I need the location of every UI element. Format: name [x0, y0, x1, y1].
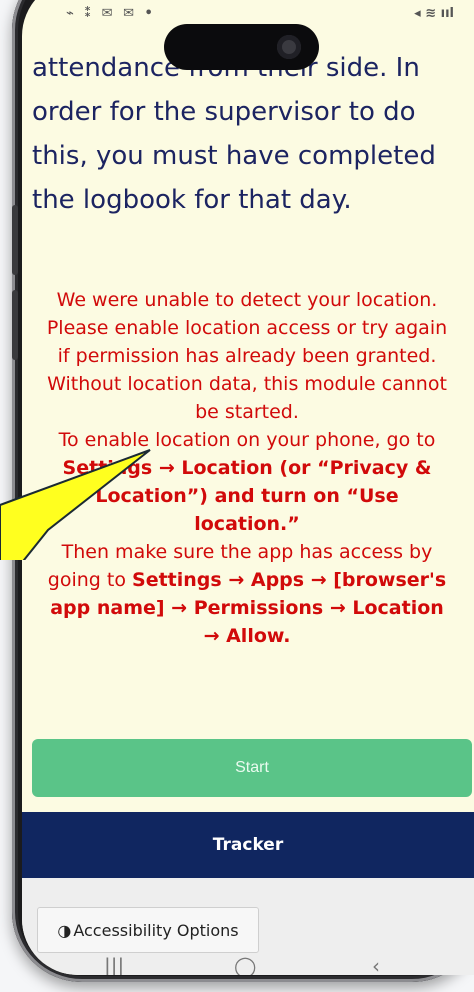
tracker-label: Tracker [212, 835, 284, 855]
accessibility-label: Accessibility Options [73, 920, 239, 940]
recents-icon[interactable]: ||| [104, 954, 124, 975]
callout-arrow [0, 449, 151, 560]
back-icon[interactable]: ‹ [372, 954, 380, 975]
home-icon[interactable]: ◯ [234, 954, 256, 975]
android-nav-bar: ||| ◯ ‹ [22, 954, 474, 975]
tracker-button[interactable]: Tracker [22, 812, 474, 878]
camera-icon [277, 35, 301, 59]
contrast-icon: ◑ [57, 920, 72, 940]
start-button[interactable]: Start [32, 739, 472, 797]
status-icons-right: ◂ ≋ ııl [414, 6, 454, 21]
accessibility-options-button[interactable]: ◑ Accessibility Options [37, 907, 259, 953]
